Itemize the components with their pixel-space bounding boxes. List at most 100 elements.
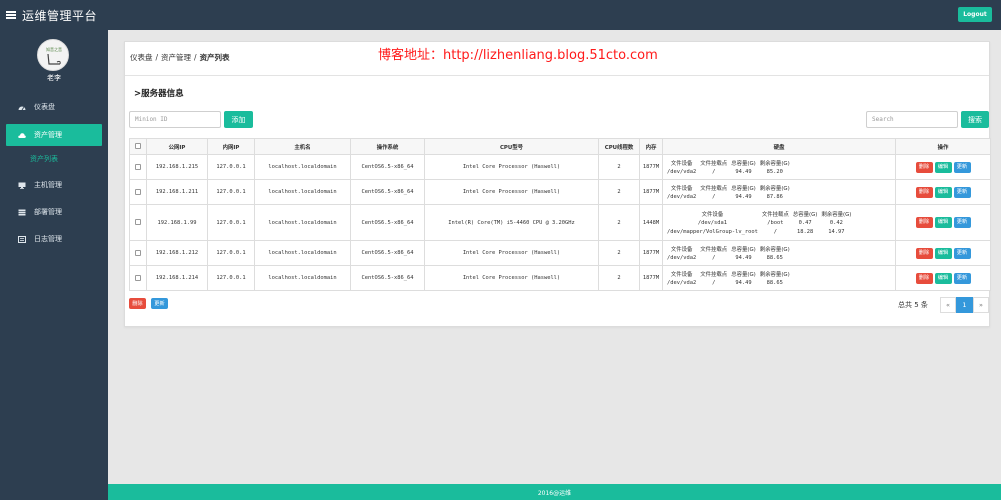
col-memory: 内存 (639, 138, 663, 155)
menu-icon[interactable] (6, 11, 16, 19)
disk-cell: 文件设备 文件挂载点 总容量(G) 剩余容量(G) /dev/sda1/boot 0.47… (662, 204, 896, 241)
username: 老李 (47, 74, 61, 82)
disk-total: 94.49 (729, 253, 758, 262)
table-row: 192.168.1.215 127.0.0.1 localhost.localdom… (129, 154, 991, 180)
private-ip: 127.0.0.1 (207, 179, 255, 205)
table-header-row: 公网IP 内网IP 主机名 操作系统 CPU型号 CPU线程数 内存 硬盘 操作 (129, 138, 991, 155)
edit-button[interactable]: 编辑 (934, 186, 952, 198)
edit-button[interactable]: 编辑 (934, 247, 952, 259)
disk-cell: 文件设备 文件挂载点 总容量(G) 剩余容量(G) /dev/vda2/94.49 87.… (662, 179, 896, 205)
search-button[interactable]: 搜索 (961, 111, 989, 128)
disk-device: /dev/vda2 (665, 192, 699, 201)
sidebar-item-assets[interactable]: 资产管理 (6, 124, 102, 146)
row-actions: 删除 编辑 更新 (895, 179, 991, 205)
disk-device: /dev/vda2 (665, 167, 699, 176)
bulk-update-button[interactable]: 更新 (151, 298, 168, 309)
cloud-icon (18, 131, 26, 139)
hostname: localhost.localdomain (254, 204, 351, 241)
server-table: 公网IP 内网IP 主机名 操作系统 CPU型号 CPU线程数 内存 硬盘 操作… (129, 138, 991, 291)
public-ip: 192.168.1.211 (146, 179, 208, 205)
row-actions: 删除 编辑 更新 (895, 265, 991, 291)
memory: 1877M (639, 154, 663, 180)
row-checkbox[interactable] (129, 204, 147, 241)
sidebar-item-hosts[interactable]: 主机管理 (0, 174, 108, 196)
delete-button[interactable]: 删除 (915, 247, 933, 259)
cpu-threads: 2 (598, 204, 640, 241)
table-row: 192.168.1.214 127.0.0.1 localhost.localdom… (129, 265, 991, 291)
server-info-panel: 仪表盘 / 资产管理 / 资产列表 博客地址：http://lizhenliang.bl… (124, 41, 991, 327)
pagination-page-1[interactable]: 1 (956, 297, 973, 313)
logout-button[interactable]: Logout (958, 7, 992, 22)
desktop-icon (18, 181, 26, 189)
disk-header-mount: 文件挂载点 (698, 269, 730, 278)
sidebar-item-dashboard[interactable]: 仪表盘 (0, 96, 108, 118)
col-private-ip: 内网IP (207, 138, 255, 155)
minion-id-input[interactable]: Minion ID (129, 111, 221, 128)
breadcrumb-dashboard[interactable]: 仪表盘 (130, 53, 153, 62)
avatar: 知音之音 (37, 39, 69, 71)
private-ip: 127.0.0.1 (207, 265, 255, 291)
update-button[interactable]: 更新 (953, 161, 971, 173)
table-row: 192.168.1.99 127.0.0.1 localhost.localdoma… (129, 204, 991, 241)
sidebar-subitem-asset-list[interactable]: 资产列表 (30, 154, 58, 164)
disk-total: 94.49 (729, 167, 758, 176)
pagination-prev[interactable]: « (940, 297, 956, 313)
delete-button[interactable]: 删除 (915, 161, 933, 173)
hostname: localhost.localdomain (254, 179, 351, 205)
private-ip: 127.0.0.1 (207, 204, 255, 241)
dashboard-icon (18, 103, 26, 111)
row-checkbox[interactable] (129, 154, 147, 180)
disk-header-device: 文件设备 (665, 158, 699, 167)
os: CentOS6.5-x86_64 (350, 154, 425, 180)
edit-button[interactable]: 编辑 (934, 272, 952, 284)
select-all-checkbox[interactable] (129, 138, 147, 155)
public-ip: 192.168.1.99 (146, 204, 208, 241)
col-disk: 硬盘 (662, 138, 896, 155)
breadcrumb-assets[interactable]: 资产管理 (161, 53, 191, 62)
disk-table: 文件设备 文件挂载点 总容量(G) 剩余容量(G) /dev/sda1/boot 0.47… (665, 209, 854, 236)
search-input[interactable]: Search (866, 111, 958, 128)
disk-header-mount: 文件挂载点 (698, 244, 730, 253)
col-actions: 操作 (895, 138, 991, 155)
add-button[interactable]: 添加 (224, 111, 253, 128)
disk-header-free: 剩余容量(G) (757, 269, 792, 278)
update-button[interactable]: 更新 (953, 217, 971, 228)
row-actions: 删除 编辑 更新 (895, 204, 991, 241)
update-button[interactable]: 更新 (953, 186, 971, 198)
disk-table: 文件设备 文件挂载点 总容量(G) 剩余容量(G) /dev/vda2/94.49 88.… (665, 244, 792, 262)
row-checkbox[interactable] (129, 179, 147, 205)
disk-mount: / (698, 192, 730, 201)
log-icon (18, 235, 26, 243)
pagination-next[interactable]: » (973, 297, 989, 313)
cpu-threads: 2 (598, 154, 640, 180)
disk-header-device: 文件设备 (665, 183, 699, 192)
delete-button[interactable]: 删除 (915, 217, 933, 228)
edit-button[interactable]: 编辑 (934, 217, 952, 228)
update-button[interactable]: 更新 (953, 247, 971, 259)
col-public-ip: 公网IP (146, 138, 208, 155)
disk-free: 87.86 (757, 192, 792, 201)
disk-total: 0.47 (790, 218, 820, 227)
row-actions: 删除 编辑 更新 (895, 154, 991, 180)
cpu-threads: 2 (598, 265, 640, 291)
sidebar-item-deploy[interactable]: 部署管理 (0, 201, 108, 223)
sidebar-item-label: 资产管理 (34, 131, 62, 139)
update-button[interactable]: 更新 (953, 272, 971, 284)
cpu-threads: 2 (598, 179, 640, 205)
cpu-model: Intel Core Processor (Haswell) (424, 240, 599, 266)
delete-button[interactable]: 删除 (915, 272, 933, 284)
disk-header-device: 文件设备 (665, 209, 760, 218)
disk-cell: 文件设备 文件挂载点 总容量(G) 剩余容量(G) /dev/vda2/94.49 85.… (662, 154, 896, 180)
delete-button[interactable]: 删除 (915, 186, 933, 198)
row-checkbox[interactable] (129, 240, 147, 266)
disk-mount: / (698, 167, 730, 176)
row-checkbox[interactable] (129, 265, 147, 291)
disk-free: 14.97 (819, 227, 854, 236)
breadcrumb: 仪表盘 / 资产管理 / 资产列表 (130, 53, 230, 62)
sidebar-item-logs[interactable]: 日志管理 (0, 228, 108, 250)
disk-header-total: 总容量(G) (729, 158, 758, 167)
deploy-icon (18, 208, 26, 216)
bulk-delete-button[interactable]: 删除 (129, 298, 146, 309)
blog-url-watermark: 博客地址：http://lizhenliang.blog.51cto.com (378, 48, 658, 63)
edit-button[interactable]: 编辑 (934, 161, 952, 173)
